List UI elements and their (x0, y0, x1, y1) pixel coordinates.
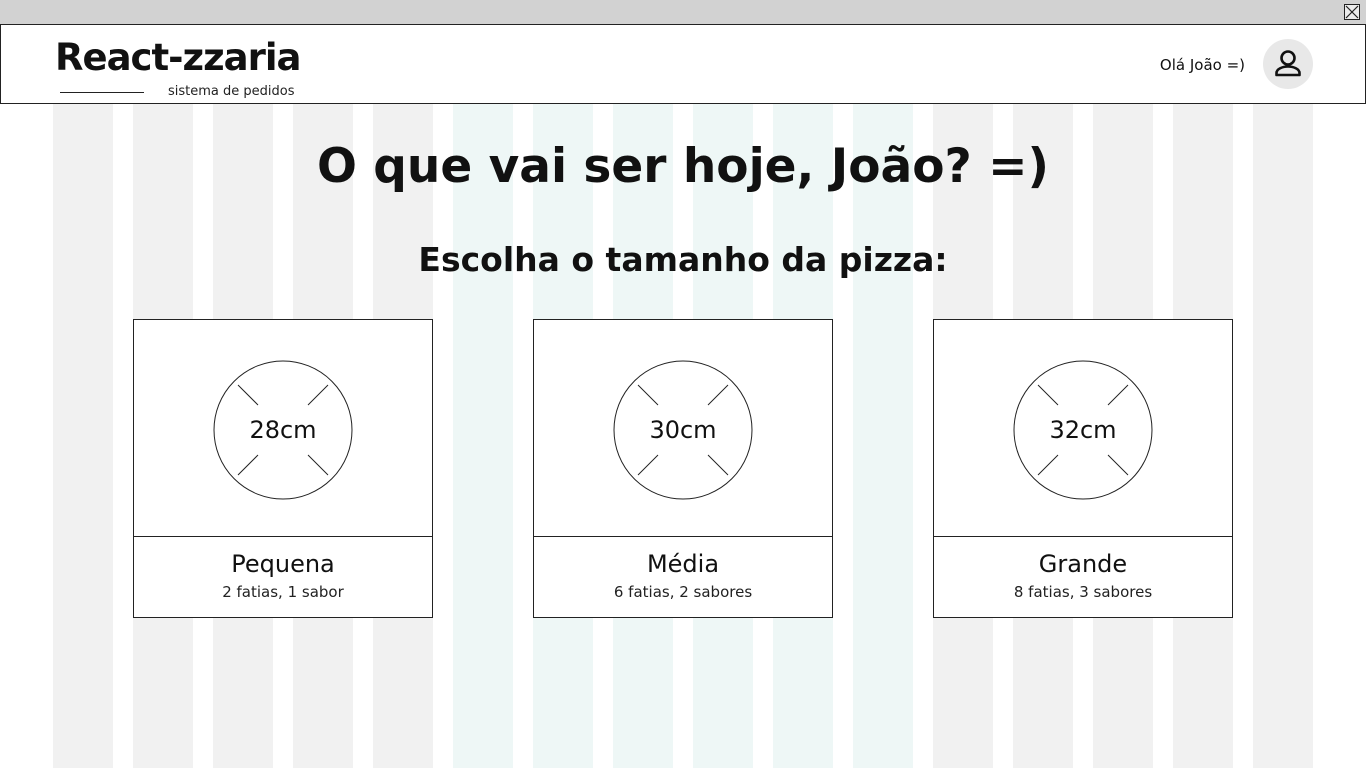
card-image: 30cm (534, 320, 832, 537)
layout-grid-column (853, 104, 913, 768)
pizza-size-label: 32cm (1049, 416, 1117, 444)
user-avatar-button[interactable] (1263, 39, 1313, 89)
app-header: React-zzaria sistema de pedidos Olá João… (0, 24, 1366, 104)
pizza-size-card-medium[interactable]: 30cm Média 6 fatias, 2 sabores (533, 319, 833, 618)
pizza-size-name: Média (646, 550, 720, 578)
logo-title: React-zzaria (55, 36, 301, 79)
pizza-size-label: 30cm (649, 416, 717, 444)
pizza-size-name: Grande (1038, 550, 1128, 578)
app-logo[interactable]: React-zzaria sistema de pedidos (55, 35, 315, 99)
pizza-size-card-small[interactable]: 28cm Pequena 2 fatias, 1 sabor (133, 319, 433, 618)
pizza-size-card-large[interactable]: 32cm Grande 8 fatias, 3 sabores (933, 319, 1233, 618)
logo-subtitle: sistema de pedidos (168, 84, 295, 99)
layout-grid-column (1253, 104, 1313, 768)
window-title-bar (0, 0, 1366, 24)
page-title: O que vai ser hoje, João? =) (316, 139, 1050, 194)
user-icon (1275, 50, 1301, 77)
logo-underline (60, 92, 144, 93)
layout-grid-column (453, 104, 513, 768)
user-greeting: Olá João =) (1159, 56, 1245, 74)
pizza-size-description: 2 fatias, 1 sabor (222, 583, 344, 601)
section-title: Escolha o tamanho da pizza: (418, 240, 948, 279)
pizza-size-label: 28cm (249, 416, 317, 444)
layout-grid-column (53, 104, 113, 768)
card-image: 28cm (134, 320, 432, 537)
pizza-size-name: Pequena (231, 550, 335, 578)
pizza-size-description: 8 fatias, 3 sabores (1013, 583, 1153, 601)
close-icon[interactable] (1344, 4, 1360, 20)
card-image: 32cm (934, 320, 1232, 537)
pizza-size-description: 6 fatias, 2 sabores (613, 583, 753, 601)
app-screen: React-zzaria sistema de pedidos Olá João… (0, 0, 1366, 768)
